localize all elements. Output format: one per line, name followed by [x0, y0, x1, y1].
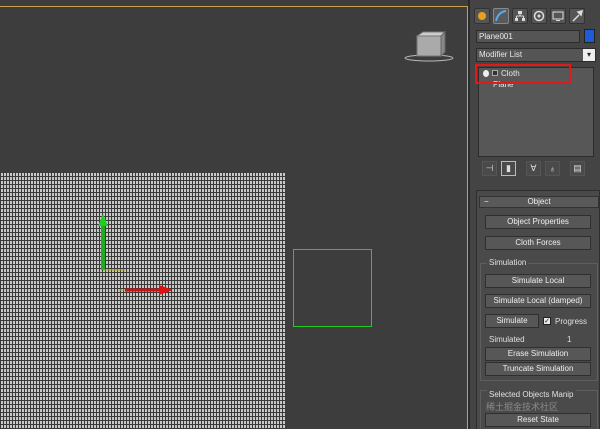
simulated-label: Simulated	[489, 335, 525, 344]
cloth-forces-button[interactable]: Cloth Forces	[485, 236, 591, 250]
truncate-simulation-button[interactable]: Truncate Simulation	[485, 362, 591, 376]
chevron-down-icon[interactable]: ▾	[583, 49, 595, 61]
command-panel: Plane001 Modifier List ▾ Cloth Plane ⊣ ▮…	[468, 0, 600, 429]
transform-gizmo[interactable]	[95, 212, 180, 297]
object-color-swatch[interactable]	[584, 29, 595, 43]
show-end-result-icon[interactable]: ▮	[501, 161, 516, 176]
simulation-group-label: Simulation	[487, 258, 529, 267]
progress-label: Progress	[555, 317, 588, 326]
viewport[interactable]	[0, 0, 468, 429]
configure-modifier-sets-icon[interactable]: ▤	[570, 161, 585, 176]
create-icon[interactable]	[474, 8, 490, 24]
stack-toolbar: ⊣ ▮ ∀ ♁ ▤	[482, 161, 585, 176]
reset-state-button[interactable]: Reset State	[485, 413, 591, 427]
object-rollout: − Object Object Properties Cloth Forces …	[476, 190, 600, 429]
collapse-icon[interactable]: −	[484, 197, 489, 207]
erase-simulation-button[interactable]: Erase Simulation	[485, 347, 591, 361]
object-name-field[interactable]: Plane001	[476, 30, 580, 43]
object-properties-button[interactable]: Object Properties	[485, 215, 591, 229]
simulated-value: 1	[567, 335, 572, 344]
make-unique-icon[interactable]: ∀	[526, 161, 541, 176]
pin-stack-icon[interactable]: ⊣	[482, 161, 497, 176]
rollout-header[interactable]: − Object	[479, 196, 599, 208]
remove-modifier-icon[interactable]: ♁	[545, 161, 560, 176]
modifier-list-label: Modifier List	[479, 50, 523, 59]
viewcube[interactable]	[404, 30, 454, 64]
rollout-title: Object	[527, 197, 551, 206]
simulate-local-damped-button[interactable]: Simulate Local (damped)	[485, 294, 591, 308]
progress-checkbox[interactable]: ✓	[543, 317, 551, 325]
simulate-local-button[interactable]: Simulate Local	[485, 274, 591, 288]
utilities-icon[interactable]	[569, 8, 585, 24]
watermark: 稀土掘金技术社区	[486, 402, 559, 412]
motion-icon[interactable]	[531, 8, 547, 24]
hierarchy-icon[interactable]	[512, 8, 528, 24]
selected-objects-label: Selected Objects Manip	[487, 390, 576, 399]
command-panel-tabs	[474, 8, 585, 24]
simulate-button[interactable]: Simulate	[485, 314, 539, 328]
modify-icon[interactable]	[493, 8, 509, 24]
selection-bounding-box	[293, 249, 372, 327]
display-icon[interactable]	[550, 8, 566, 24]
annotation-highlight-box	[475, 64, 571, 84]
modifier-list-dropdown[interactable]: Modifier List ▾	[476, 48, 596, 62]
